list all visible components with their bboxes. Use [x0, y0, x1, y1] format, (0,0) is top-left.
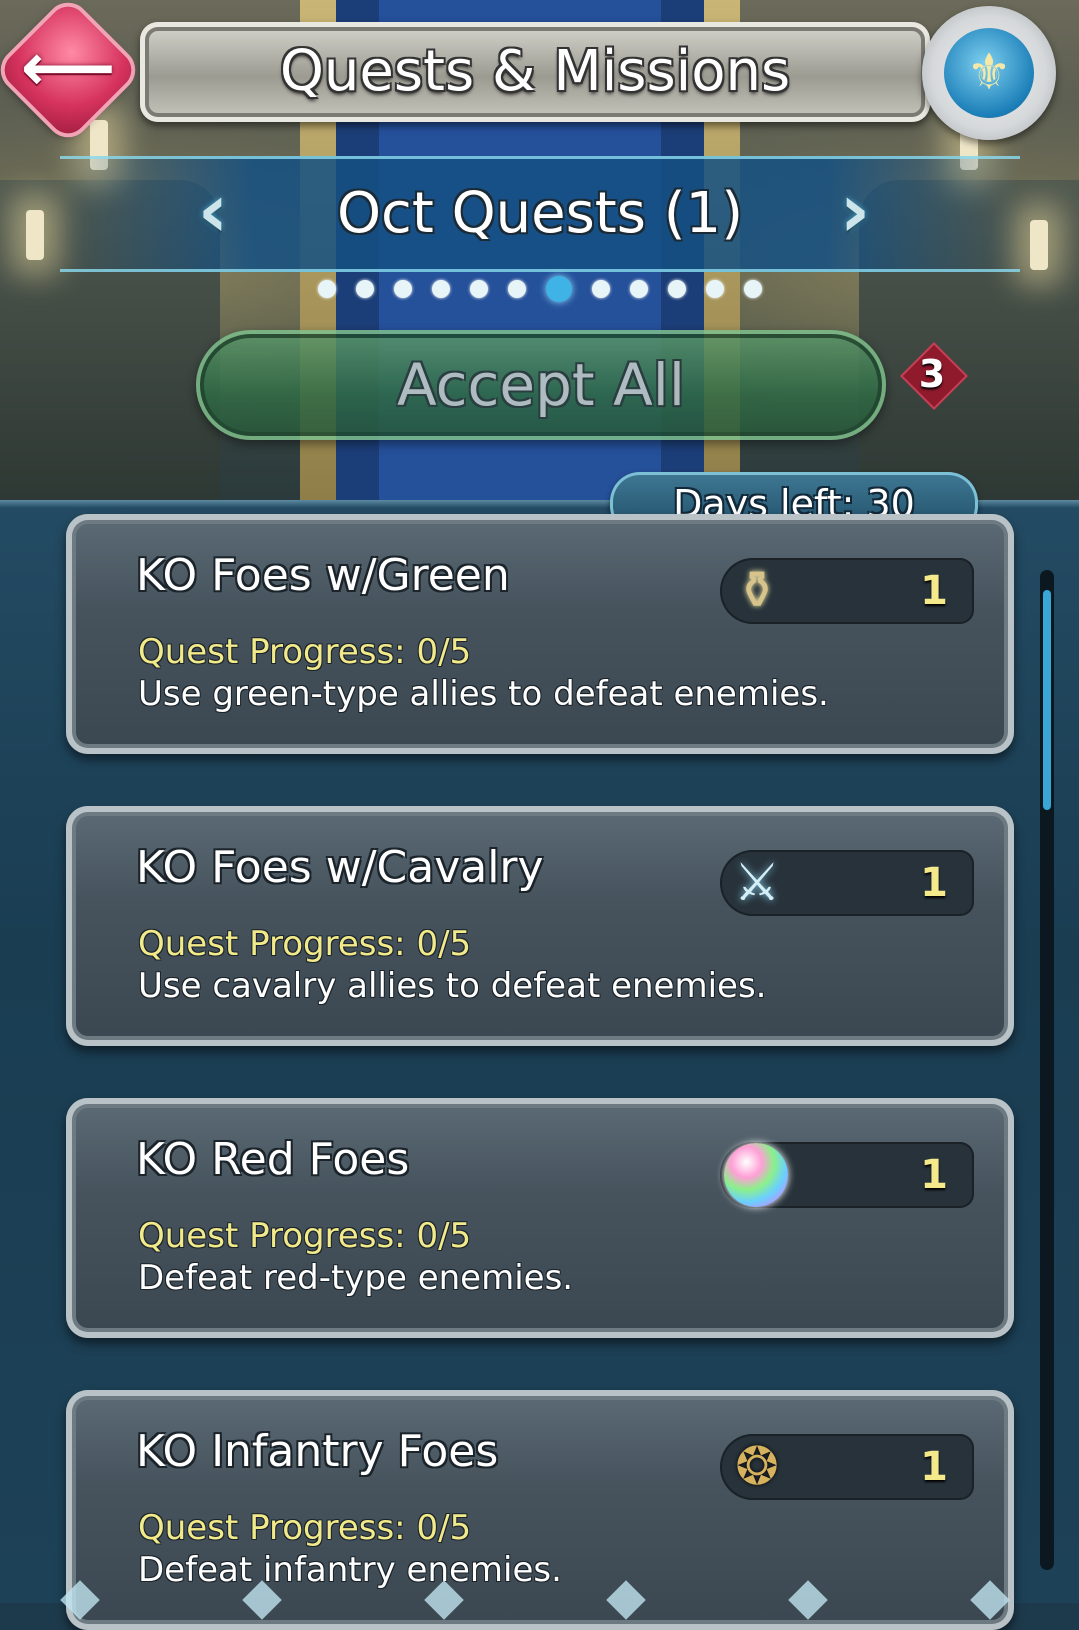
accept-count: 3: [918, 352, 946, 396]
quest-reward: ❂ 1: [720, 1434, 974, 1500]
quest-progress: Quest Progress: 0/5: [138, 632, 472, 672]
page-dot[interactable]: [591, 280, 610, 298]
page-dot[interactable]: [431, 280, 450, 298]
page-dot[interactable]: [667, 280, 686, 298]
quest-card[interactable]: KO Foes w/Green ⚱ 1 Quest Progress: 0/5 …: [66, 514, 1014, 754]
accept-all-button[interactable]: Accept All: [196, 330, 886, 440]
my-nintendo-badge-icon: ⚜: [944, 28, 1034, 118]
candle-icon: [1030, 220, 1048, 270]
accept-count-badge: 3: [900, 342, 968, 410]
quest-title: KO Foes w/Cavalry: [136, 842, 544, 893]
crossed-swords-icon: ⚔: [733, 853, 781, 913]
page-dot[interactable]: [469, 280, 488, 298]
accept-all-label: Accept All: [396, 351, 686, 419]
prev-month-button[interactable]: ‹: [178, 158, 248, 264]
page-dot[interactable]: [743, 280, 762, 298]
quest-card[interactable]: KO Foes w/Cavalry ⚔ 1 Quest Progress: 0/…: [66, 806, 1014, 1046]
quest-progress: Quest Progress: 0/5: [138, 1508, 472, 1548]
page-title-plate: Quests & Missions: [140, 22, 930, 122]
quest-card[interactable]: KO Red Foes 1 Quest Progress: 0/5 Defeat…: [66, 1098, 1014, 1338]
quest-reward: ⚔ 1: [720, 850, 974, 916]
reward-amount: 1: [920, 860, 948, 906]
back-button[interactable]: ⟵: [0, 0, 139, 141]
page-dot[interactable]: [629, 280, 648, 298]
scrollbar-thumb[interactable]: [1043, 590, 1051, 810]
page-dot[interactable]: [705, 280, 724, 298]
page-dot[interactable]: [393, 280, 412, 298]
crest-icon: ⚜: [966, 43, 1012, 101]
reward-amount: 1: [920, 568, 948, 614]
my-nintendo-button[interactable]: ⚜: [922, 6, 1056, 140]
back-arrow-icon: ⟵: [20, 29, 116, 106]
quest-reward: ⚱ 1: [720, 558, 974, 624]
quest-description: Use cavalry allies to defeat enemies.: [138, 966, 767, 1006]
quest-reward: 1: [720, 1142, 974, 1208]
next-month-button[interactable]: ›: [820, 158, 890, 264]
reward-amount: 1: [920, 1152, 948, 1198]
quest-title: KO Foes w/Green: [136, 550, 510, 601]
reward-amount: 1: [920, 1444, 948, 1490]
quest-description: Defeat red-type enemies.: [138, 1258, 574, 1298]
quest-title: KO Infantry Foes: [136, 1426, 499, 1477]
quest-title: KO Red Foes: [136, 1134, 410, 1185]
quest-progress: Quest Progress: 0/5: [138, 1216, 472, 1256]
page-title: Quests & Missions: [279, 39, 791, 104]
amulet-icon: ❂: [735, 1437, 779, 1497]
page-dot[interactable]: [317, 280, 336, 298]
dueling-crest-icon: ⚱: [735, 561, 779, 621]
scrollbar[interactable]: [1040, 570, 1054, 1570]
quest-description: Use green-type allies to defeat enemies.: [138, 674, 829, 714]
orb-icon: [724, 1143, 788, 1207]
bottom-nav-hint: [0, 1580, 1079, 1620]
page-dot-active[interactable]: [545, 276, 572, 302]
page-indicator: [0, 276, 1079, 306]
candle-icon: [26, 210, 44, 260]
page-dot[interactable]: [355, 280, 374, 298]
page-dot[interactable]: [507, 280, 526, 298]
quest-progress: Quest Progress: 0/5: [138, 924, 472, 964]
